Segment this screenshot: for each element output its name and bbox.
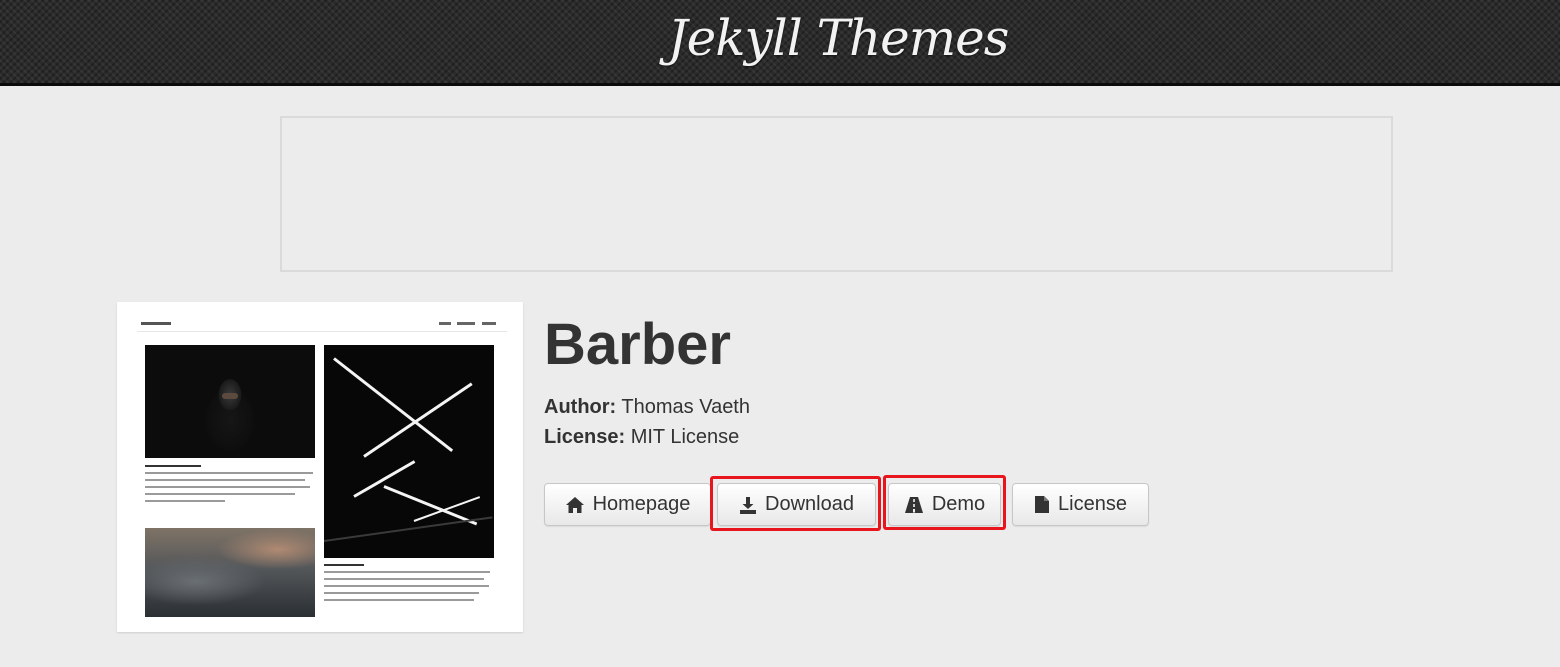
homepage-button[interactable]: Homepage [544, 483, 711, 526]
theme-title: Barber [544, 312, 731, 377]
site-logo-link[interactable]: Jekyll Themes [668, 9, 1010, 67]
ad-placeholder [280, 116, 1393, 272]
screenshot-logo [141, 322, 171, 325]
theme-license: License: MIT License [544, 426, 739, 449]
license-button[interactable]: License [1012, 483, 1149, 526]
screenshot-portrait-eyes [222, 393, 238, 399]
screenshot-nav-link [482, 322, 496, 325]
author-label: Author: [544, 396, 617, 418]
screenshot-photo-clouds [145, 528, 315, 617]
theme-author: Author: Thomas Vaeth [544, 396, 750, 419]
file-icon [1034, 495, 1050, 514]
theme-screenshot[interactable] [117, 302, 523, 632]
license-button-label: License [1058, 493, 1127, 515]
author-value: Thomas Vaeth [621, 396, 750, 418]
screenshot-nav [137, 322, 507, 332]
screenshot-caption-2 [324, 564, 494, 606]
screenshot-photo-light-beams [324, 345, 494, 558]
demo-highlight-box [883, 475, 1006, 530]
license-value: MIT License [630, 426, 740, 448]
license-label: License: [544, 426, 626, 448]
site-header: Jekyll Themes [0, 0, 1560, 86]
screenshot-caption-1 [145, 465, 315, 507]
home-icon [565, 496, 585, 514]
screenshot-nav-link [457, 322, 475, 325]
screenshot-nav-link [439, 322, 451, 325]
download-highlight-box [710, 476, 881, 531]
homepage-button-label: Homepage [592, 493, 691, 515]
screenshot-photo-portrait [145, 345, 315, 458]
